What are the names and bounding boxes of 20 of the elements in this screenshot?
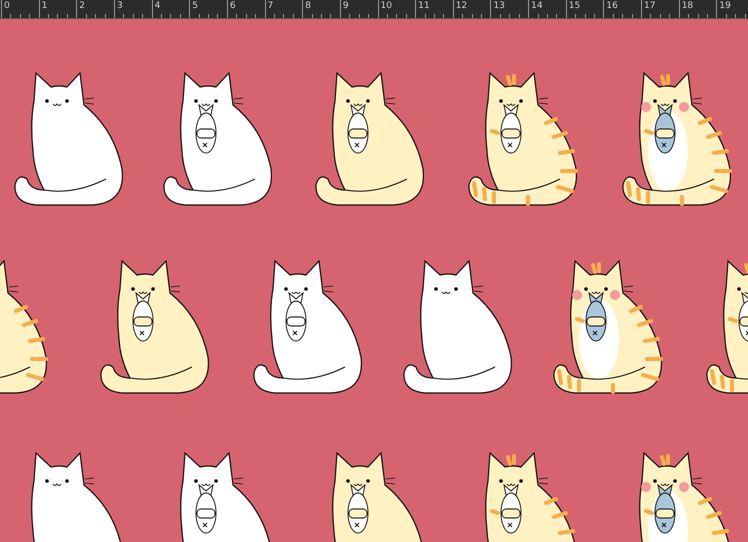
- ruler-number: 0: [4, 1, 10, 11]
- ruler-number: 16: [606, 1, 618, 11]
- ruler-number: 12: [456, 1, 468, 11]
- ruler-number: 7: [268, 1, 274, 11]
- ruler-number: 2: [79, 1, 86, 11]
- ruler-number: 1: [42, 1, 48, 11]
- ruler-number: 18: [682, 1, 694, 11]
- ruler-number: 3: [116, 1, 123, 11]
- ruler-number: 6: [230, 1, 236, 11]
- ruler-number: 4: [154, 1, 160, 11]
- ruler-number: 5: [192, 1, 198, 11]
- ruler-number: 11: [418, 1, 430, 11]
- ruler-number: 19: [719, 1, 731, 11]
- ruler-number: 17: [644, 1, 656, 11]
- ruler-number: 14: [531, 1, 543, 11]
- ruler-number: 10: [380, 1, 392, 11]
- ruler-number: 8: [305, 1, 311, 11]
- ruler-number: 13: [493, 1, 505, 11]
- ruler-number: 9: [342, 1, 349, 11]
- ruler-number: 15: [568, 1, 580, 11]
